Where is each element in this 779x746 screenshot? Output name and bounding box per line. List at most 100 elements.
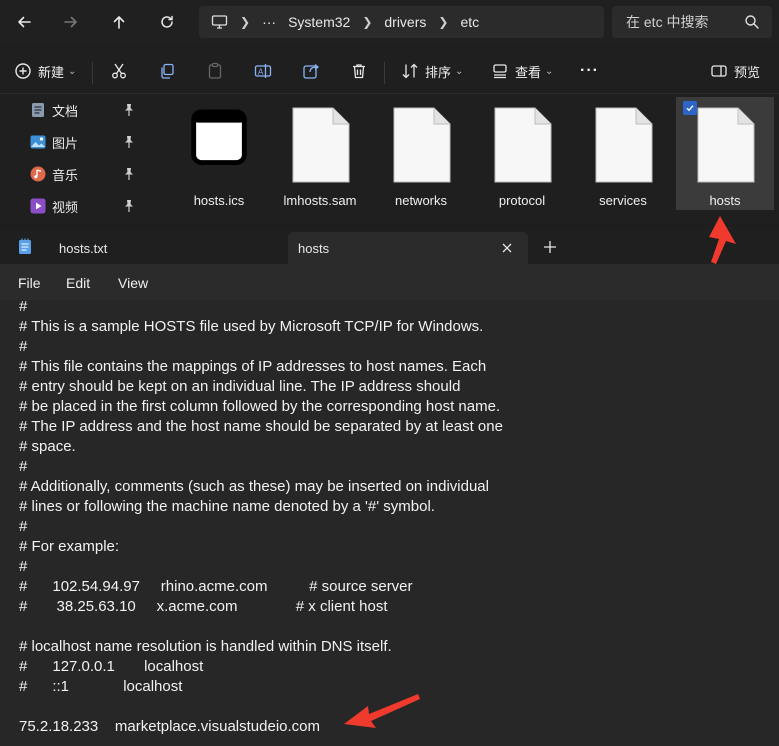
tab-bar: hosts.txt hosts: [0, 226, 779, 264]
editor-line: # entry should be kept on an individual …: [19, 378, 461, 395]
window-file-icon: [191, 109, 247, 165]
editor-line: #: [19, 338, 28, 355]
scissors-icon: [112, 63, 126, 79]
file-item-hosts-ics[interactable]: hosts.ics: [170, 97, 268, 210]
blank-file-icon: [494, 107, 552, 183]
back-button[interactable]: [9, 7, 39, 37]
chevron-right-icon: ❯: [438, 15, 449, 29]
tab-hosts[interactable]: hosts: [288, 232, 528, 264]
breadcrumb-system32[interactable]: System32: [288, 14, 350, 30]
copy-icon: [161, 63, 174, 79]
notepad-window: hosts.txt hosts File Edit View # # This i…: [0, 226, 779, 746]
editor-line: # localhost name resolution is handled w…: [19, 638, 392, 655]
pin-icon[interactable]: [123, 167, 135, 181]
chevron-down-icon: ⌄: [455, 65, 464, 77]
pin-icon[interactable]: [123, 199, 135, 213]
editor-line: # space.: [19, 438, 76, 455]
arrow-left-icon: [18, 16, 31, 28]
address-overflow[interactable]: ···: [262, 14, 276, 30]
more-options-button[interactable]: ···: [580, 58, 599, 84]
search-icon: [745, 15, 759, 29]
breadcrumb-drivers[interactable]: drivers: [384, 14, 426, 30]
rename-icon: A: [254, 64, 272, 78]
editor-line: # ::1 localhost: [19, 678, 183, 695]
text-editor[interactable]: # # This is a sample HOSTS file used by M…: [0, 300, 779, 746]
editor-line: # be placed in the first column followed…: [19, 398, 501, 415]
ellipsis-icon: ···: [580, 62, 599, 79]
chevron-down-icon: ⌄: [545, 65, 554, 77]
videos-icon: [30, 198, 46, 214]
tab-hosts-txt[interactable]: hosts.txt: [46, 232, 286, 264]
blank-file-icon: [292, 107, 350, 183]
refresh-icon: [161, 15, 173, 28]
navigation-bar: ❯ ··· System32 ❯ drivers ❯ etc 在 etc 中搜索: [0, 0, 779, 44]
plus-icon[interactable]: [543, 240, 557, 254]
menu-edit[interactable]: Edit: [66, 275, 90, 291]
editor-line: # 102.54.94.97 rhino.acme.com # source s…: [19, 578, 413, 595]
view-button[interactable]: 查看 ⌄: [491, 58, 553, 84]
menu-file[interactable]: File: [18, 275, 41, 291]
sidebar-item-music[interactable]: 音乐: [30, 161, 145, 187]
sort-icon: [402, 63, 418, 79]
editor-line: # 38.25.63.10 x.acme.com # x client host: [19, 598, 388, 615]
editor-line: #: [19, 458, 28, 475]
documents-icon: [30, 102, 46, 118]
file-item-hosts[interactable]: hosts: [676, 97, 774, 210]
file-item-lmhosts-sam[interactable]: lmhosts.sam: [271, 97, 369, 210]
annotation-arrow-icon: [344, 694, 420, 728]
sidebar-item-pictures[interactable]: 图片: [30, 129, 145, 155]
up-button[interactable]: [104, 7, 134, 37]
blank-file-icon: [697, 107, 755, 183]
chevron-right-icon: ❯: [240, 15, 251, 29]
refresh-button[interactable]: [152, 7, 182, 37]
paste-button[interactable]: [206, 58, 224, 84]
chevron-down-icon: ⌄: [68, 65, 77, 77]
pin-icon[interactable]: [123, 135, 135, 149]
divider: [384, 62, 385, 84]
forward-button[interactable]: [56, 7, 86, 37]
command-bar: 新建 ⌄ A 排序 ⌄ 查看 ⌄ ··· 预览: [0, 48, 779, 94]
editor-line: # The IP address and the host name shoul…: [19, 418, 503, 435]
breadcrumb-etc[interactable]: etc: [460, 14, 479, 30]
editor-line: #: [19, 518, 28, 535]
annotation-arrow-icon: [709, 216, 736, 264]
editor-line: # This is a sample HOSTS file used by Mi…: [19, 318, 484, 335]
monitor-icon[interactable]: [211, 14, 228, 30]
rename-button[interactable]: A: [254, 58, 272, 84]
clipboard-icon: [208, 62, 222, 79]
cut-button[interactable]: [110, 58, 128, 84]
search-input[interactable]: 在 etc 中搜索: [612, 6, 772, 38]
sidebar-item-videos[interactable]: 视频: [30, 193, 145, 219]
search-placeholder: 在 etc 中搜索: [626, 14, 709, 30]
blank-file-icon: [393, 107, 451, 183]
copy-button[interactable]: [158, 58, 176, 84]
arrow-up-icon: [113, 16, 125, 29]
editor-line: # This file contains the mappings of IP …: [19, 358, 487, 375]
file-item-services[interactable]: services: [574, 97, 672, 210]
editor-line: # Additionally, comments (such as these)…: [19, 478, 489, 495]
blank-file-icon: [595, 107, 653, 183]
file-explorer-window: ❯ ··· System32 ❯ drivers ❯ etc 在 etc 中搜索…: [0, 0, 779, 225]
menu-view[interactable]: View: [118, 275, 148, 291]
sidebar-item-documents[interactable]: 文档: [30, 97, 145, 123]
editor-line: # lines or following the machine name de…: [19, 498, 435, 515]
trash-icon: [353, 64, 365, 79]
pin-icon[interactable]: [123, 103, 135, 117]
arrow-right-icon: [64, 16, 77, 28]
file-item-networks[interactable]: networks: [372, 97, 470, 210]
file-item-protocol[interactable]: protocol: [473, 97, 571, 210]
share-icon: [303, 64, 320, 79]
close-icon[interactable]: [500, 241, 514, 255]
share-button[interactable]: [302, 58, 320, 84]
preview-button[interactable]: 预览: [710, 58, 760, 84]
editor-line: # For example:: [19, 538, 120, 555]
checkbox-checked-icon[interactable]: [683, 101, 697, 115]
editor-line: # 127.0.0.1 localhost: [19, 658, 204, 675]
sort-button[interactable]: 排序 ⌄: [401, 58, 463, 84]
preview-pane-icon: [711, 65, 727, 77]
delete-button[interactable]: [350, 58, 368, 84]
new-button[interactable]: 新建 ⌄: [14, 58, 76, 84]
divider: [92, 62, 93, 84]
address-bar[interactable]: ❯ ··· System32 ❯ drivers ❯ etc: [199, 6, 604, 38]
file-grid: hosts.ics lmhosts.sam networks protocol …: [160, 97, 779, 225]
